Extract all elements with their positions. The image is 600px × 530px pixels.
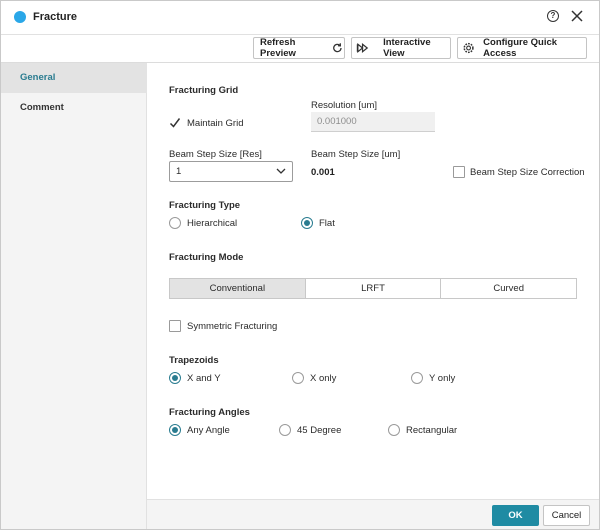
dialog-title: Fracture bbox=[33, 11, 78, 23]
fracturing-angles-heading: Fracturing Angles bbox=[169, 407, 250, 418]
mode-curved-button[interactable]: Curved bbox=[441, 279, 577, 298]
hierarchical-label: Hierarchical bbox=[187, 218, 238, 229]
beam-step-correction-label: Beam Step Size Correction bbox=[470, 167, 585, 178]
beam-step-um-value: 0.001 bbox=[311, 167, 335, 178]
x-and-y-radio[interactable] bbox=[169, 372, 181, 384]
refresh-preview-label: Refresh Preview bbox=[260, 37, 296, 59]
x-only-radio[interactable] bbox=[292, 372, 304, 384]
fracture-dialog: Fracture ? Refresh Preview Interactive V… bbox=[0, 0, 600, 530]
rectangular-label: Rectangular bbox=[406, 425, 458, 436]
mode-conventional-button[interactable]: Conventional bbox=[170, 279, 306, 298]
flat-radio[interactable] bbox=[301, 217, 313, 229]
fracturing-mode-heading: Fracturing Mode bbox=[169, 252, 244, 263]
refresh-preview-button[interactable]: Refresh Preview bbox=[253, 37, 345, 59]
symmetric-fracturing-label: Symmetric Fracturing bbox=[187, 321, 278, 332]
any-angle-label: Any Angle bbox=[187, 425, 230, 436]
maintain-grid-checkbox[interactable] bbox=[169, 117, 181, 129]
sidebar-item-general[interactable]: General bbox=[1, 63, 147, 93]
x-and-y-label: X and Y bbox=[187, 373, 221, 384]
symmetric-fracturing-checkbox[interactable] bbox=[169, 320, 181, 332]
beam-step-res-label: Beam Step Size [Res] bbox=[169, 149, 262, 160]
help-icon[interactable]: ? bbox=[547, 10, 559, 22]
mode-lrft-button[interactable]: LRFT bbox=[305, 279, 442, 298]
ok-button[interactable]: OK bbox=[492, 505, 539, 526]
refresh-icon bbox=[333, 43, 342, 53]
fracturing-mode-segmented: Conventional LRFT Curved bbox=[169, 278, 577, 299]
title-bar: Fracture ? bbox=[1, 1, 599, 35]
trapezoids-heading: Trapezoids bbox=[169, 355, 219, 366]
beam-step-res-select[interactable]: 1 bbox=[169, 161, 293, 182]
rectangular-radio[interactable] bbox=[388, 424, 400, 436]
interactive-view-button[interactable]: Interactive View bbox=[351, 37, 451, 59]
interactive-view-label: Interactive View bbox=[383, 37, 431, 59]
close-icon[interactable] bbox=[570, 9, 584, 23]
general-panel: Fracturing Grid Resolution [um] Maintain… bbox=[147, 63, 599, 499]
chevron-down-icon bbox=[276, 168, 286, 174]
toolbar: Refresh Preview Interactive View Configu… bbox=[1, 35, 599, 63]
flat-label: Flat bbox=[319, 218, 335, 229]
beam-step-res-value: 1 bbox=[176, 166, 182, 177]
dialog-footer: OK Cancel bbox=[147, 499, 599, 529]
y-only-radio[interactable] bbox=[411, 372, 423, 384]
fracturing-grid-heading: Fracturing Grid bbox=[169, 85, 239, 96]
x-only-label: X only bbox=[310, 373, 337, 384]
45-degree-radio[interactable] bbox=[279, 424, 291, 436]
fast-forward-icon bbox=[356, 43, 369, 53]
any-angle-radio[interactable] bbox=[169, 424, 181, 436]
45-degree-label: 45 Degree bbox=[297, 425, 342, 436]
beam-step-correction-checkbox[interactable] bbox=[453, 166, 465, 178]
y-only-label: Y only bbox=[429, 373, 456, 384]
fracturing-type-heading: Fracturing Type bbox=[169, 200, 241, 211]
configure-quick-access-button[interactable]: Configure Quick Access bbox=[457, 37, 587, 59]
cancel-button[interactable]: Cancel bbox=[543, 505, 590, 526]
gear-icon bbox=[463, 42, 474, 54]
sidebar-item-comment[interactable]: Comment bbox=[1, 93, 147, 123]
hierarchical-radio[interactable] bbox=[169, 217, 181, 229]
configure-quick-access-label: Configure Quick Access bbox=[483, 37, 558, 59]
app-dot-icon bbox=[14, 11, 26, 23]
sidebar: General Comment bbox=[1, 63, 147, 529]
beam-step-um-label: Beam Step Size [um] bbox=[311, 149, 401, 160]
maintain-grid-label: Maintain Grid bbox=[187, 118, 244, 129]
resolution-input: 0.001000 bbox=[311, 112, 435, 132]
resolution-label: Resolution [um] bbox=[311, 100, 378, 111]
